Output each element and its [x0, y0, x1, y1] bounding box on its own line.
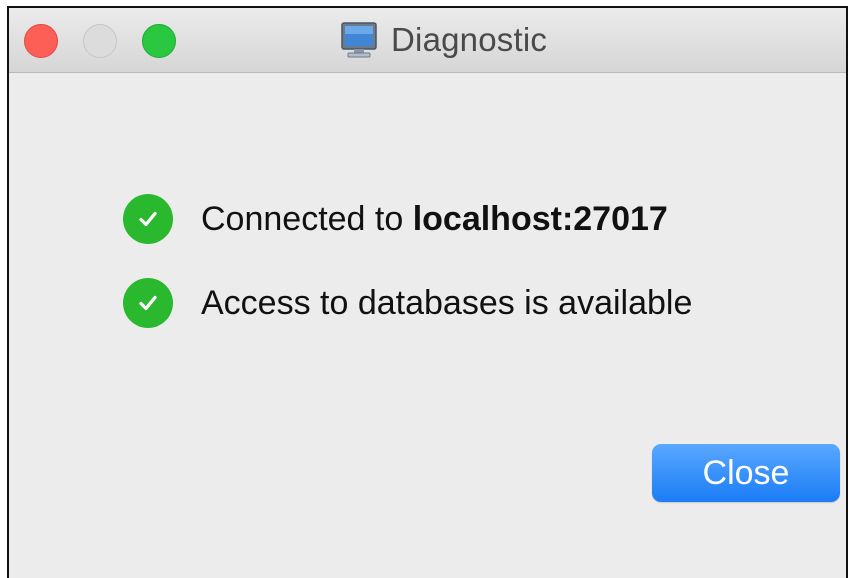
- window-close-button[interactable]: [24, 24, 58, 58]
- window-title: Diagnostic: [391, 21, 548, 58]
- title-bar: Diagnostic: [9, 8, 846, 73]
- connection-status-text: Connected to localhost:27017: [201, 200, 668, 239]
- window-title-group: Diagnostic: [339, 20, 547, 60]
- window-minimize-button[interactable]: [83, 24, 117, 58]
- diagnostic-window: Diagnostic Connected to localhost:27017 …: [7, 6, 848, 578]
- checkmark-icon: [123, 194, 173, 244]
- checkmark-icon: [123, 278, 173, 328]
- window-zoom-button[interactable]: [142, 24, 176, 58]
- close-button[interactable]: Close: [652, 444, 840, 502]
- connection-host: localhost:27017: [412, 199, 668, 238]
- access-status-text: Access to databases is available: [201, 283, 693, 322]
- status-item-access: Access to databases is available: [123, 278, 692, 328]
- status-item-connection: Connected to localhost:27017: [123, 194, 668, 244]
- connection-status-prefix: Connected to: [201, 199, 413, 238]
- monitor-icon: [339, 20, 379, 60]
